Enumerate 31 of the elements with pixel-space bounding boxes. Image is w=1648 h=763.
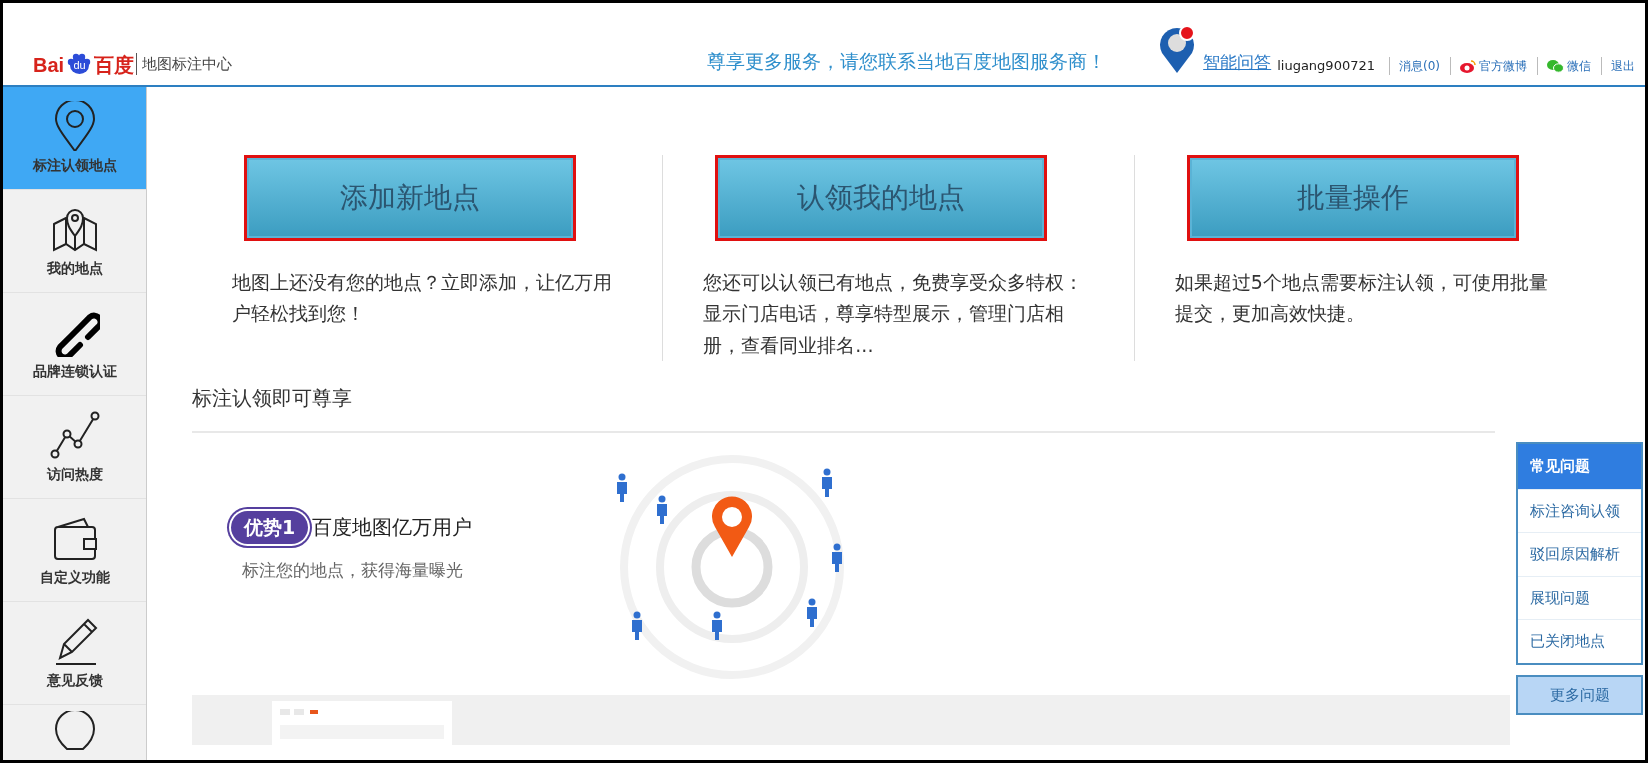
sidebar-item[interactable]: 我的地点 bbox=[3, 190, 146, 293]
header-link[interactable]: 退出 bbox=[1601, 57, 1635, 75]
sidebar-item[interactable]: 访问热度 bbox=[3, 396, 146, 499]
weibo-icon bbox=[1460, 59, 1476, 73]
advantage-title: 百度地图亿万用户 bbox=[312, 514, 473, 542]
action-description: 您还可以认领已有地点，免费享受众多特权：显示门店电话，尊享特型展示，管理门店相册，查看同业排名... bbox=[703, 270, 1084, 358]
line-chart-icon bbox=[49, 409, 100, 460]
advantage-description: 标注您的地点，获得海量曝光 bbox=[242, 558, 464, 582]
header-link[interactable]: 微信 bbox=[1537, 57, 1591, 75]
faq-header: 常见问题 bbox=[1518, 444, 1641, 489]
action-button[interactable]: 认领我的地点 bbox=[715, 155, 1048, 241]
action-button[interactable]: 添加新地点 bbox=[244, 155, 576, 241]
more-questions-button[interactable]: 更多问题 bbox=[1516, 674, 1643, 715]
action-description: 地图上还没有您的地点？立即添加，让亿万用户轻松找到您！ bbox=[232, 270, 612, 327]
slogan: 尊享更多服务，请您联系当地百度地图服务商！ bbox=[707, 48, 1107, 74]
sidebar-item[interactable]: 标注认领地点 bbox=[3, 87, 146, 190]
logo-text: 百度 bbox=[94, 55, 135, 75]
sidebar-item[interactable]: 意见反馈 bbox=[3, 602, 146, 705]
header-link[interactable]: 官方微博 bbox=[1450, 57, 1527, 75]
username: liugang900721 bbox=[1277, 56, 1375, 75]
logo-text: Bai bbox=[33, 55, 65, 75]
site-name: 地图标注中心 bbox=[136, 52, 233, 75]
assistant-link[interactable]: 智能问答 bbox=[1203, 49, 1272, 75]
action-description: 如果超过5个地点需要标注认领，可使用批量提交，更加高效快捷。 bbox=[1174, 270, 1549, 327]
section-title: 标注认领即可尊享 bbox=[192, 383, 1495, 434]
sidebar-item[interactable]: 自定义功能 bbox=[3, 499, 146, 602]
header-link[interactable]: 消息(0) bbox=[1389, 57, 1440, 75]
logo-text: du bbox=[70, 57, 90, 74]
wechat-icon bbox=[1547, 59, 1564, 73]
action-button[interactable]: 批量操作 bbox=[1186, 155, 1519, 241]
sidebar-item[interactable]: 品牌连锁认证 bbox=[3, 293, 146, 396]
